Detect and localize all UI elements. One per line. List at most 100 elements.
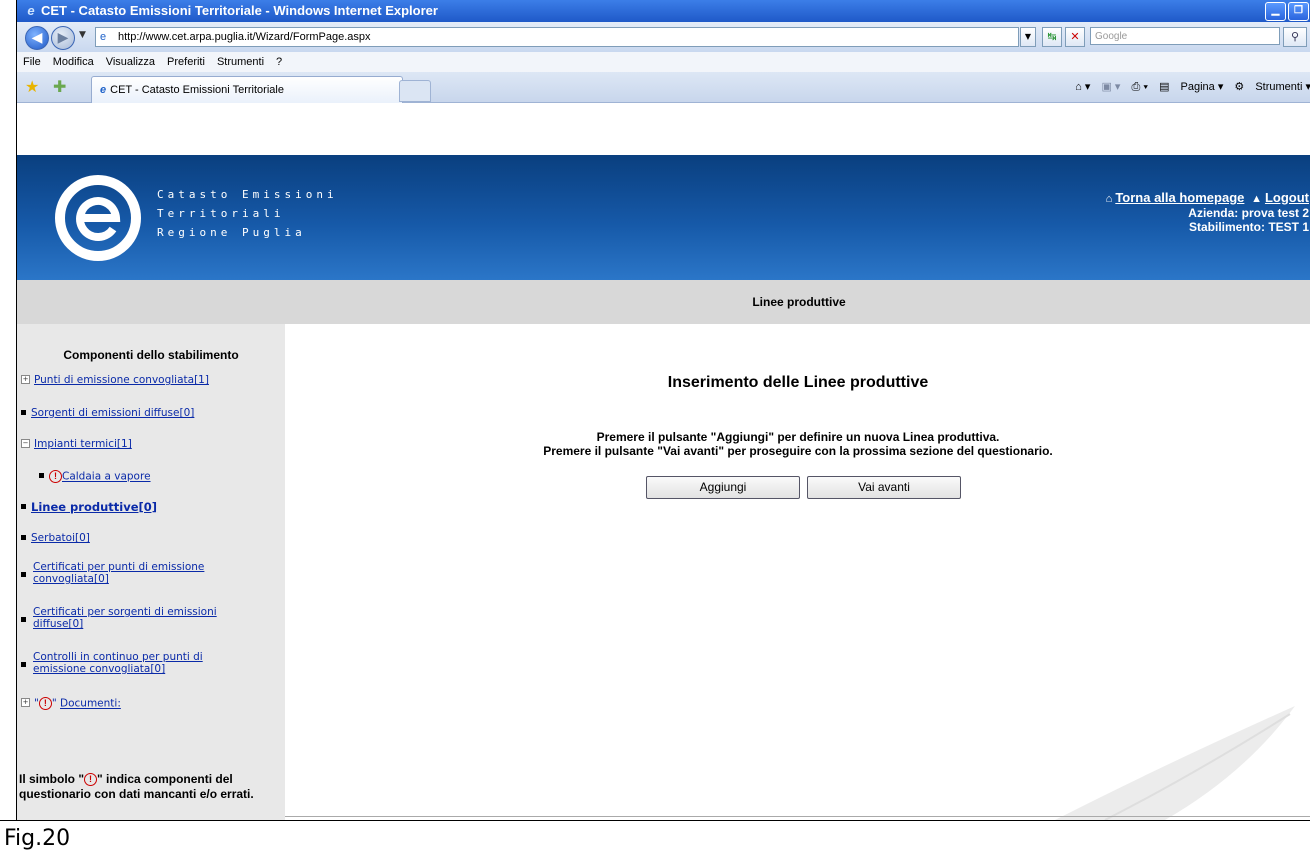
menu-view[interactable]: Visualizza [106,56,155,68]
alert-icon: ! [49,470,62,483]
command-bar: ⌂ ▾ ▣ ▾ ⎙ ▾ ▤ Pagina ▾ ⚙ Strumenti ▾ [1067,76,1310,98]
tools-menu[interactable]: ⚙ Strumenti ▾ [1234,81,1310,93]
expand-icon[interactable]: + [21,698,30,707]
tab-ie-icon: e [100,84,107,96]
sidebar-item-documenti[interactable]: + "! " Documenti: [21,697,121,710]
tools-menu-label: Strumenti [1255,81,1303,93]
sidebar-item-label: Caldaia a vapore [62,470,151,483]
back-button[interactable]: ◀ [25,26,49,50]
tab-title: CET - Catasto Emissioni Territoriale [110,84,284,96]
figure-border [0,820,1310,821]
user-links: ⌂ Torna alla homepage ▲ Logout Azienda: pr… [1105,190,1309,235]
company-label: Azienda: prova test 2 [1188,206,1309,220]
restore-button[interactable]: ❐ [1288,2,1309,21]
sidebar-item-label-2: emissione convogliata[0] [33,663,166,675]
sidebar-item-caldaia[interactable]: ! Caldaia a vapore [39,470,151,483]
address-toolbar: ◀ ▶ ▼ e http://www.cet.arpa.puglia.it/Wiz… [17,22,1310,53]
sidebar-item-label-2: diffuse[0] [33,618,84,630]
feather-watermark-icon [1055,706,1295,820]
refresh-icon[interactable]: ↹ [1042,27,1062,47]
bullet-icon [21,409,26,415]
screenshot-frame: e CET - Catasto Emissioni Territoriale - … [16,0,1310,820]
site-brand: Catasto Emissioni Territoriali Regione P… [157,185,338,242]
page-menu-label: Pagina [1180,81,1215,93]
feeds-icon[interactable]: ▣ ▾ [1101,81,1120,93]
instruction-line-1: Premere il pulsante "Aggiungi" per defin… [596,430,1000,444]
bullet-icon [21,504,26,509]
menu-favorites[interactable]: Preferiti [167,56,205,68]
main-title: Inserimento delle Linee produttive [667,374,929,391]
next-button[interactable]: Vai avanti [807,476,961,499]
bullet-icon [21,572,26,577]
sidebar-item-serbatoi[interactable]: Serbatoi[0] [21,532,90,544]
menu-file[interactable]: File [23,56,41,68]
instructions: Premere il pulsante "Aggiungi" per defin… [285,430,1310,458]
sidebar-item-label-2: convogliata[0] [33,573,109,585]
main-content: Inserimento delle Linee produttive Preme… [285,324,1310,820]
menu-help[interactable]: ? [276,56,282,68]
page-top-gap [17,103,1310,155]
bullet-icon [39,473,44,478]
window-titlebar: e CET - Catasto Emissioni Territoriale - … [17,0,1310,22]
alert-icon: ! [84,773,98,787]
address-input[interactable]: e http://www.cet.arpa.puglia.it/Wizard/Fo… [95,27,1019,47]
favorites-star-icon[interactable]: ★ [25,77,39,96]
menu-edit[interactable]: Modifica [53,56,94,68]
sidebar-item-label: Certificati per sorgenti di emissioni [33,606,217,618]
forward-button[interactable]: ▶ [51,26,75,50]
page-icon: e [100,31,107,43]
ie-logo-icon: e [27,3,35,18]
history-dropdown-icon[interactable]: ▼ [79,30,86,40]
section-title: Linee produttive [752,295,846,309]
alert-icon: ! [38,697,52,710]
sidebar-item-label: Linee produttive[0] [31,500,158,514]
sidebar-item-impianti-termici[interactable]: − Impianti termici[1] [21,438,132,450]
add-button[interactable]: Aggiungi [646,476,800,499]
sidebar-item-sorgenti-diffuse[interactable]: Sorgenti di emissioni diffuse[0] [21,407,194,419]
sidebar-item-linee-produttive[interactable]: Linee produttive[0] [21,501,157,513]
brand-line-3: Regione Puglia [157,226,306,239]
sidebar-item-label: Controlli in continuo per punti di [33,651,203,663]
brand-line-1: Catasto Emissioni [157,188,338,201]
add-favorite-icon[interactable]: ✚ [53,77,66,96]
sidebar-title: Componenti dello stabilimento [63,348,239,362]
menu-bar: File Modifica Visualizza Preferiti Strumenti… [17,52,1310,73]
sidebar: Componenti dello stabilimento + Punti di … [17,324,285,820]
address-url: http://www.cet.arpa.puglia.it/Wizard/For… [118,31,371,43]
home-link-icon: ⌂ [1105,193,1113,205]
minimize-button[interactable]: ▁ [1265,2,1286,21]
sidebar-item-label: Documenti: [60,697,121,710]
sidebar-item-label: Punti di emissione convogliata[1] [34,374,209,386]
bullet-icon [21,662,26,667]
sidebar-item-certificati-diffuse[interactable]: Certificati per sorgenti di emissioni di… [21,606,217,630]
print-icon[interactable]: ⎙ ▾ [1132,81,1148,93]
page-menu[interactable]: ▤ Pagina ▾ [1159,81,1223,93]
content-divider [285,816,1310,817]
logout-link[interactable]: Logout [1265,190,1309,205]
tab-bar: ★ ✚ e CET - Catasto Emissioni Territorial… [17,72,1310,103]
bullet-icon [21,617,26,622]
search-icon[interactable]: ⚲ [1283,27,1307,47]
logout-icon: ▲ [1251,193,1262,205]
collapse-icon[interactable]: − [21,438,30,448]
expand-icon[interactable]: + [21,374,30,384]
window-title: CET - Catasto Emissioni Territoriale - W… [41,3,438,18]
stop-icon[interactable]: ✕ [1065,27,1085,47]
address-dropdown-icon[interactable]: ▼ [1020,27,1036,47]
sidebar-item-certificati-convogliata[interactable]: Certificati per punti di emissione convo… [21,561,204,585]
search-input[interactable]: Google [1090,27,1280,45]
new-tab-button[interactable] [399,80,431,102]
menu-tools[interactable]: Strumenti [217,56,264,68]
brand-line-2: Territoriali [157,207,285,220]
cet-logo-icon [55,175,141,261]
home-icon[interactable]: ⌂ ▾ [1075,81,1090,93]
home-link[interactable]: Torna alla homepage [1115,190,1244,205]
tab-cet[interactable]: e CET - Catasto Emissioni Territoriale [91,76,403,103]
sidebar-item-controlli-continuo[interactable]: Controlli in continuo per punti di emiss… [21,651,203,675]
sidebar-item-punti-emissione[interactable]: + Punti di emissione convogliata[1] [21,374,209,386]
plant-label: Stabilimento: TEST 1 [1188,220,1309,234]
site-header: Catasto Emissioni Territoriali Regione P… [17,155,1310,280]
sidebar-item-label: Serbatoi[0] [31,532,90,544]
bullet-icon [21,534,26,540]
instruction-line-2: Premere il pulsante "Vai avanti" per pro… [543,444,1053,458]
